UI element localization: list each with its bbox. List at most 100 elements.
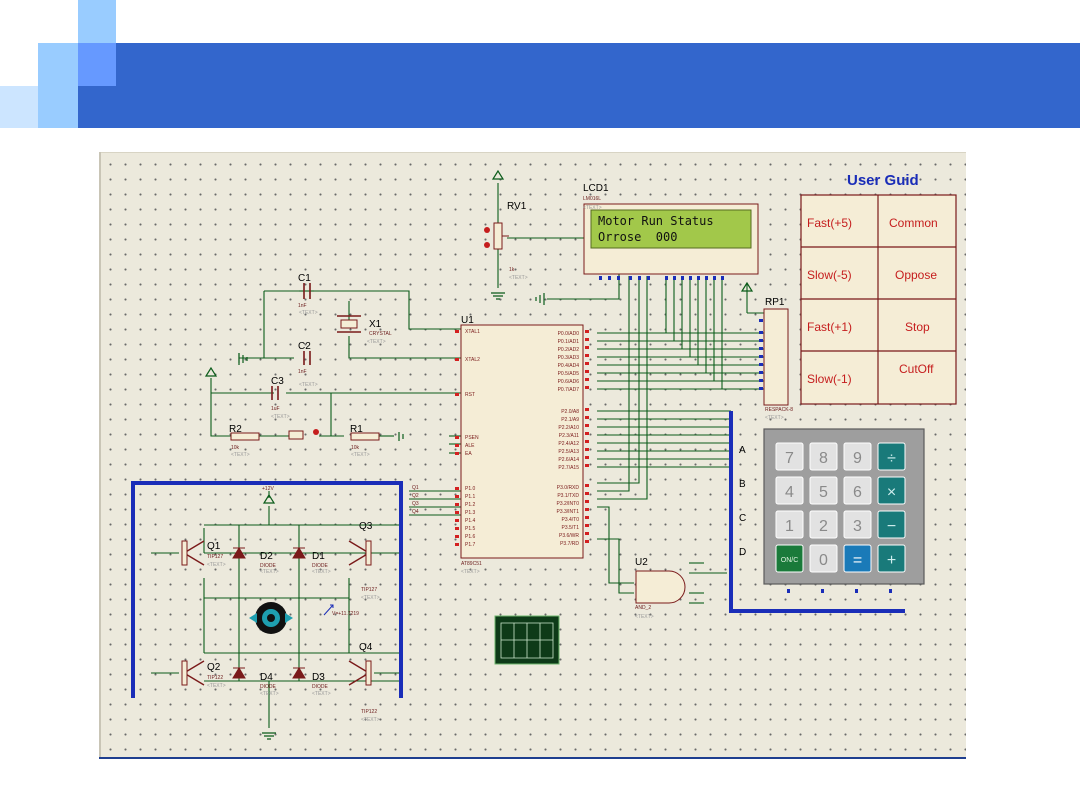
q3-part: TIP127 xyxy=(361,587,377,593)
motor-reading: V=+11.7219 xyxy=(332,611,359,617)
d2-ref: D2 xyxy=(260,551,273,562)
q4-ref: Q4 xyxy=(359,642,373,653)
header-bar xyxy=(38,43,1080,128)
reset-button[interactable] xyxy=(288,429,319,440)
keypad-key-label: 0 xyxy=(819,552,828,569)
keypad-key-0-0[interactable]: 7 xyxy=(775,442,804,471)
keypad-key-0-2[interactable]: 9 xyxy=(843,442,872,471)
svg-text:P3.2/INT0: P3.2/INT0 xyxy=(556,501,579,507)
svg-text:P3.0/RXD: P3.0/RXD xyxy=(557,485,580,491)
reset-button-icon[interactable] xyxy=(313,429,319,435)
svg-text:<TEXT>: <TEXT> xyxy=(231,452,250,458)
rv1-value: 1k xyxy=(509,267,515,273)
keypad-key-0-3[interactable]: ÷ xyxy=(877,442,906,471)
keypad-key-0-1[interactable]: 8 xyxy=(809,442,838,471)
keypad-key-label: 4 xyxy=(785,484,794,501)
x1-part: CRYSTAL xyxy=(369,331,392,337)
lcd1-ref: LCD1 xyxy=(583,183,609,194)
svg-text:P1.5: P1.5 xyxy=(465,526,476,532)
c2-ref: C2 xyxy=(298,341,311,352)
hbridge-supply: +12V xyxy=(262,486,274,492)
svg-text:P1.0: P1.0 xyxy=(465,486,476,492)
header-block-low-light xyxy=(38,86,78,128)
d1-ref: D1 xyxy=(312,551,325,562)
lcd1-line1: Motor Run Status xyxy=(598,214,714,228)
svg-text:EA: EA xyxy=(465,451,472,457)
net-q1: Q1 xyxy=(412,485,419,491)
keypad-key-label: = xyxy=(853,552,862,569)
svg-text:PSEN: PSEN xyxy=(465,435,479,441)
svg-text:P1.3: P1.3 xyxy=(465,510,476,516)
keypad-key-2-0[interactable]: 1 xyxy=(775,510,804,539)
rv1-ref: RV1 xyxy=(507,201,527,212)
keypad-key-1-1[interactable]: 5 xyxy=(809,476,838,505)
svg-text:P3.3/INT1: P3.3/INT1 xyxy=(556,509,579,515)
svg-text:P1.7: P1.7 xyxy=(465,542,476,548)
svg-text:P0.4/AD4: P0.4/AD4 xyxy=(558,363,580,369)
c1-value: 1nF xyxy=(298,303,307,309)
keypad-key-label: 5 xyxy=(819,484,828,501)
rp1: RP1 RESPACK-8 xyxy=(759,297,793,413)
mcu-u1: U1 AT89C51 XTAL1 XTAL2 RST PSEN ALE EA P… xyxy=(455,315,589,567)
keypad-key-1-3[interactable]: × xyxy=(877,476,906,505)
q1-part: TIP127 xyxy=(207,554,223,560)
svg-text:<TEXT>: <TEXT> xyxy=(260,569,279,575)
svg-text:<TEXT>: <TEXT> xyxy=(299,310,318,316)
keypad-key-label: 1 xyxy=(785,518,794,535)
svg-text:P2.7/A15: P2.7/A15 xyxy=(558,465,579,471)
keypad-key-label: 7 xyxy=(785,450,794,467)
svg-text:<TEXT>: <TEXT> xyxy=(351,452,370,458)
svg-text:<TEXT>: <TEXT> xyxy=(312,569,331,575)
header-block-mid-light xyxy=(38,43,78,86)
oscilloscope-icon[interactable] xyxy=(494,615,560,665)
svg-text:<TEXT>: <TEXT> xyxy=(509,275,528,281)
r1-value: 10k xyxy=(351,445,360,451)
schematic-drawing: RV1 1k LCD1 LM016L Motor Run Status Orro… xyxy=(131,169,957,740)
svg-text:ALE: ALE xyxy=(465,443,475,449)
schematic-left-rule xyxy=(99,152,101,758)
keypad-key-1-0[interactable]: 4 xyxy=(775,476,804,505)
svg-text:P2.3/A11: P2.3/A11 xyxy=(559,433,579,439)
svg-text:RST: RST xyxy=(465,392,475,398)
keypad-key-label: 2 xyxy=(819,518,828,535)
rv1-increment-icon[interactable] xyxy=(484,227,490,233)
guide-common: Common xyxy=(889,216,938,230)
q1-ref: Q1 xyxy=(207,541,221,552)
svg-text:P1.6: P1.6 xyxy=(465,534,476,540)
resistor-r1: R1 10k xyxy=(350,424,380,451)
guide-cutoff: CutOff xyxy=(899,362,934,376)
svg-text:P0.6/AD6: P0.6/AD6 xyxy=(558,379,580,385)
keypad-key-2-3[interactable]: − xyxy=(877,510,906,539)
guide-stop: Stop xyxy=(905,320,930,334)
keypad-key-1-2[interactable]: 6 xyxy=(843,476,872,505)
svg-text:<TEXT>: <TEXT> xyxy=(361,595,380,601)
keypad-key-3-3[interactable]: + xyxy=(877,544,906,573)
svg-text:<TEXT>: <TEXT> xyxy=(367,339,386,345)
r2-value: 10k xyxy=(231,445,240,451)
svg-text:<TEXT>: <TEXT> xyxy=(461,569,480,575)
rv1[interactable]: RV1 1k xyxy=(484,201,527,273)
svg-text:<TEXT>: <TEXT> xyxy=(765,415,784,421)
svg-text:<TEXT>: <TEXT> xyxy=(635,614,654,620)
rp1-ref: RP1 xyxy=(765,297,785,308)
keypad-key-3-1[interactable]: 0 xyxy=(809,544,838,573)
svg-text:<TEXT>: <TEXT> xyxy=(260,691,279,697)
svg-text:P3.1/TXD: P3.1/TXD xyxy=(557,493,579,499)
c3-ref: C3 xyxy=(271,376,284,387)
d4-ref: D4 xyxy=(260,672,273,683)
rv1-decrement-icon[interactable] xyxy=(484,242,490,248)
svg-text:<TEXT>: <TEXT> xyxy=(207,683,226,689)
and-gate-u2: U2 AND_2 xyxy=(635,557,686,611)
d4-part: DIODE xyxy=(260,684,277,690)
keypad-key-label: 9 xyxy=(853,450,862,467)
svg-text:<TEXT>: <TEXT> xyxy=(361,717,380,723)
keypad-key-3-2[interactable]: = xyxy=(843,544,872,573)
svg-text:P3.6/WR: P3.6/WR xyxy=(559,533,579,539)
keypad-key-2-1[interactable]: 2 xyxy=(809,510,838,539)
keypad-key-2-2[interactable]: 3 xyxy=(843,510,872,539)
keypad-key-3-0[interactable]: ON/C xyxy=(775,544,804,573)
header-block-top-light xyxy=(78,0,116,43)
keypad-row-a: A xyxy=(739,445,746,456)
svg-text:P0.7/AD7: P0.7/AD7 xyxy=(558,387,580,393)
d3-ref: D3 xyxy=(312,672,325,683)
